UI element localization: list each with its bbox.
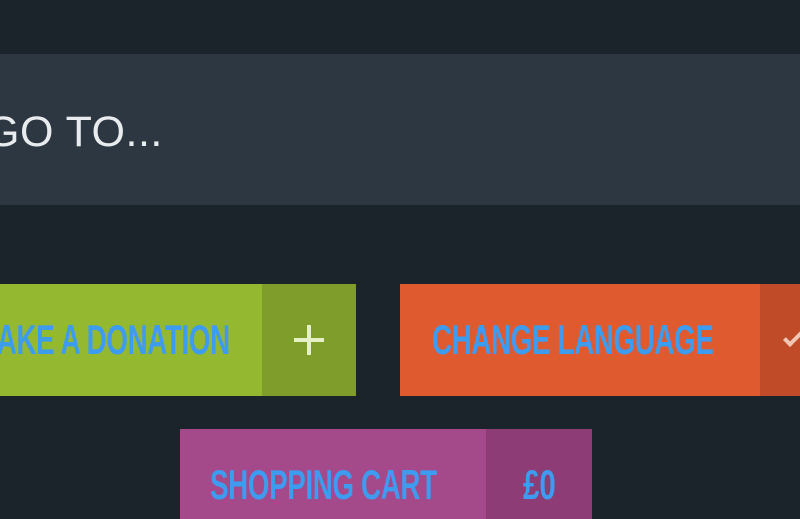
cart-total-badge[interactable]: £0 xyxy=(486,429,592,519)
change-language-button-main[interactable]: CHANGE LANGUAGE xyxy=(400,284,760,396)
shopping-cart-button[interactable]: SHOPPING CART £0 xyxy=(180,429,592,519)
chevron-down-icon xyxy=(782,322,800,348)
donate-button-side[interactable] xyxy=(262,284,356,396)
goto-label: GO TO... xyxy=(0,108,163,156)
change-language-button[interactable]: CHANGE LANGUAGE xyxy=(400,284,800,396)
donate-button-main[interactable]: MAKE A DONATION xyxy=(0,284,262,396)
shopping-cart-button-main[interactable]: SHOPPING CART xyxy=(180,429,486,519)
change-language-label: CHANGE LANGUAGE xyxy=(432,316,714,363)
donate-button[interactable]: MAKE A DONATION xyxy=(0,284,356,396)
donate-button-label: MAKE A DONATION xyxy=(0,316,230,363)
shopping-cart-label: SHOPPING CART xyxy=(210,461,437,508)
cart-total: £0 xyxy=(522,461,556,508)
change-language-toggle[interactable] xyxy=(760,284,800,396)
plus-icon xyxy=(293,324,325,356)
